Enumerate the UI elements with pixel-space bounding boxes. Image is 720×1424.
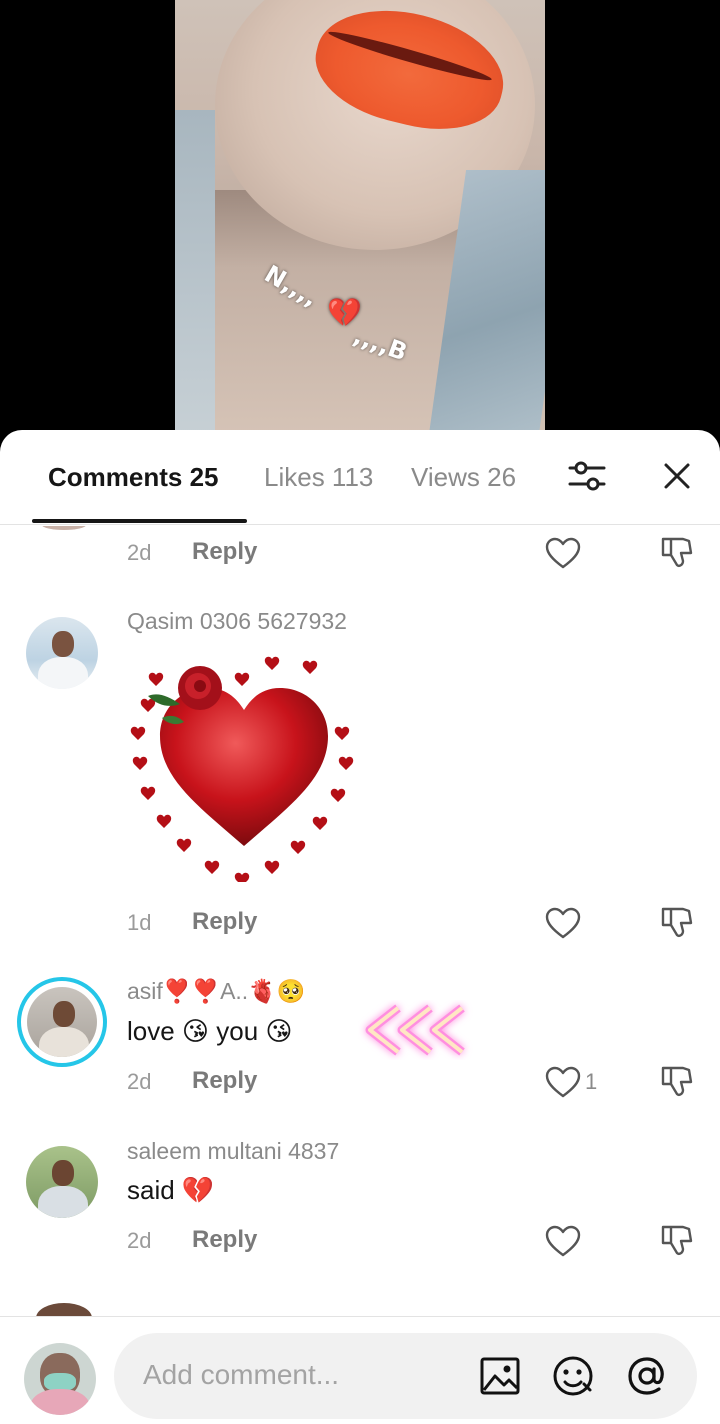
avatar	[27, 987, 97, 1057]
comment-list[interactable]: 2d Reply Qasim 0306 5627932 1d Reply asi…	[0, 526, 720, 1316]
comment-username[interactable]: asif❣️❣️A..🫀🥺	[127, 978, 305, 1005]
heart-outline-icon[interactable]	[544, 1065, 582, 1099]
heart-outline-icon[interactable]	[544, 906, 582, 940]
at-icon[interactable]	[625, 1354, 669, 1398]
reply-button[interactable]: Reply	[192, 1226, 257, 1254]
thumb-down-icon[interactable]	[658, 534, 696, 570]
glowing-arrows-sticker	[365, 1004, 465, 1056]
comment-input-bar: Add comment...	[0, 1316, 720, 1424]
tab-likes[interactable]: Likes 113	[264, 462, 373, 493]
avatar[interactable]	[26, 617, 98, 689]
sheet-tab-bar: Comments 25 Likes 113 Views 26	[0, 430, 720, 525]
tab-comments[interactable]: Comments 25	[48, 462, 219, 493]
reply-button[interactable]: Reply	[192, 538, 257, 566]
video-player[interactable]: N,,,, 💔 ,,,,B	[0, 0, 720, 450]
image-icon[interactable]	[478, 1354, 522, 1398]
avatar	[36, 1303, 92, 1316]
thumb-down-icon[interactable]	[658, 1063, 696, 1099]
app-root: N,,,, 💔 ,,,,B Comments 25 Likes 113 View…	[0, 0, 720, 1424]
heart-outline-icon[interactable]	[544, 1224, 582, 1258]
my-avatar[interactable]	[24, 1343, 96, 1415]
story-ring[interactable]	[17, 977, 107, 1067]
sliders-icon[interactable]	[565, 454, 609, 498]
comment-date: 1d	[127, 910, 152, 935]
thumb-down-icon[interactable]	[658, 904, 696, 940]
comment-input-placeholder: Add comment...	[143, 1359, 340, 1390]
reply-button[interactable]: Reply	[192, 1067, 257, 1095]
comment-date: 2d	[127, 1069, 152, 1094]
close-icon[interactable]	[655, 454, 699, 498]
comment-username[interactable]: saleem multani 4837	[127, 1138, 339, 1165]
like-count: 1	[585, 1069, 598, 1094]
reply-button[interactable]: Reply	[192, 908, 257, 936]
comment-input[interactable]: Add comment...	[114, 1333, 697, 1419]
comment-username[interactable]: Qasim 0306 5627932	[127, 608, 347, 635]
avatar[interactable]	[26, 1146, 98, 1218]
avatar	[42, 526, 86, 530]
comment-text: said 💔	[127, 1175, 215, 1205]
comment-text: love 😘 you 😘	[127, 1016, 293, 1046]
thumb-down-icon[interactable]	[658, 1222, 696, 1258]
tab-active-indicator	[32, 519, 247, 523]
emoji-icon[interactable]	[551, 1354, 595, 1398]
comments-sheet: Comments 25 Likes 113 Views 26 2d Reply	[0, 430, 720, 1424]
comment-date: 2d	[127, 540, 152, 565]
tab-views[interactable]: Views 26	[411, 462, 526, 493]
video-scarf-left	[175, 110, 215, 440]
heart-outline-icon[interactable]	[544, 536, 582, 570]
comment-date: 2d	[127, 1228, 152, 1253]
video-overlay-heart: 💔	[327, 296, 362, 329]
video-frame	[175, 0, 545, 440]
heart-of-hearts-sticker	[130, 656, 354, 882]
